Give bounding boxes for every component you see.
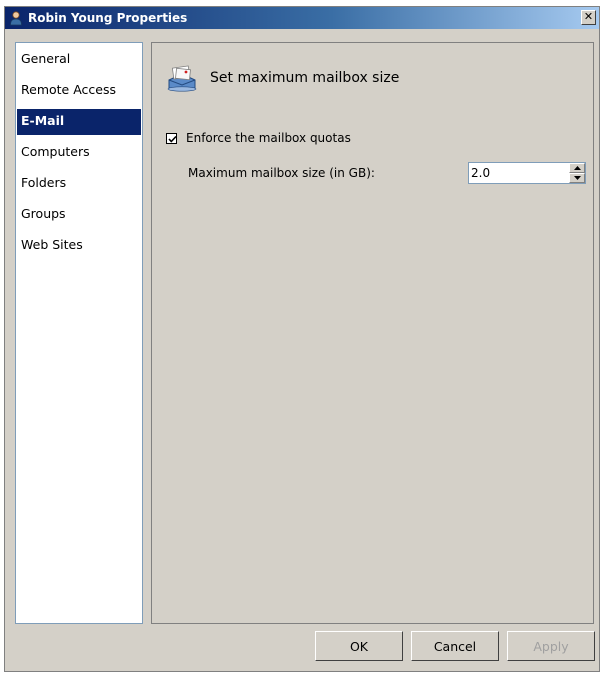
section-header: Set maximum mailbox size [166,63,399,93]
nav-item-remote-access[interactable]: Remote Access [17,78,141,104]
stepper-buttons [569,163,585,183]
max-size-row: Maximum mailbox size (in GB): [188,162,586,184]
dialog-buttons: OK Cancel Apply [315,631,595,661]
max-size-input[interactable] [469,163,569,183]
section-title: Set maximum mailbox size [210,70,400,86]
nav-item-label: E-Mail [21,113,65,128]
close-button[interactable]: ✕ [581,10,596,25]
nav-item-label: Groups [21,206,66,221]
max-size-label: Maximum mailbox size (in GB): [188,166,375,180]
category-list: General Remote Access E-Mail Computers F… [15,42,143,624]
checkmark-icon [168,135,177,143]
increment-button[interactable] [569,163,585,173]
user-icon [10,11,22,26]
max-size-stepper[interactable] [468,162,586,184]
enforce-quota-label: Enforce the mailbox quotas [186,131,351,145]
nav-item-label: Computers [21,144,90,159]
nav-item-label: Remote Access [21,82,116,97]
decrement-button[interactable] [569,173,585,183]
close-icon: ✕ [583,10,594,23]
window-title: Robin Young Properties [28,11,188,25]
nav-item-folders[interactable]: Folders [17,171,141,197]
enforce-quota-option[interactable]: Enforce the mailbox quotas [166,131,351,145]
down-arrow-icon [574,176,581,180]
nav-item-email[interactable]: E-Mail [17,109,141,135]
mailbox-icon [167,65,197,92]
email-settings-panel: Set maximum mailbox size Enforce the mai… [151,42,594,624]
properties-dialog: Robin Young Properties ✕ General Remote … [4,6,600,672]
nav-item-label: Web Sites [21,237,83,252]
cancel-button[interactable]: Cancel [411,631,499,661]
nav-item-web-sites[interactable]: Web Sites [17,233,141,259]
nav-item-label: General [21,51,71,66]
nav-item-groups[interactable]: Groups [17,202,141,228]
ok-button[interactable]: OK [315,631,403,661]
up-arrow-icon [574,166,581,170]
nav-item-general[interactable]: General [17,47,141,73]
enforce-quota-checkbox[interactable] [166,132,177,144]
apply-button[interactable]: Apply [507,631,595,661]
title-bar[interactable]: Robin Young Properties ✕ [5,7,599,29]
nav-item-label: Folders [21,175,67,190]
nav-item-computers[interactable]: Computers [17,140,141,166]
